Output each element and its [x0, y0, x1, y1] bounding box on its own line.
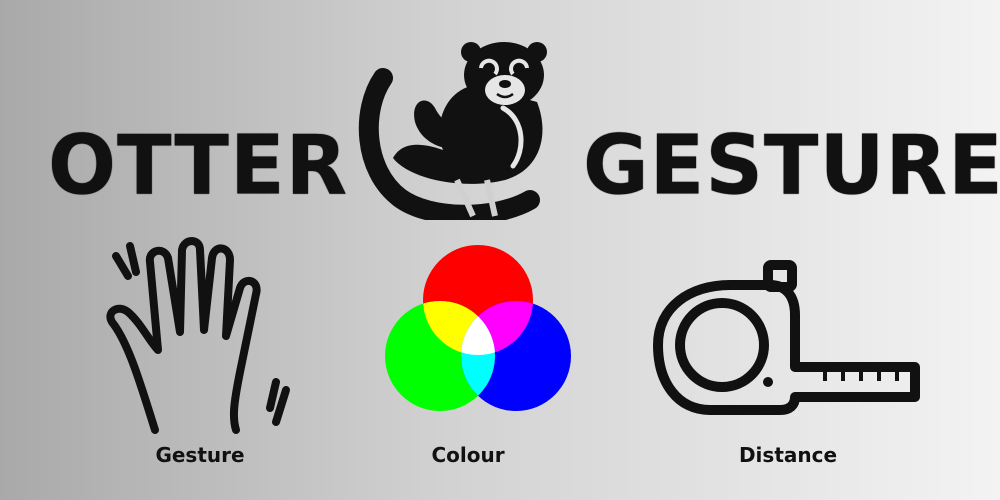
waving-hand-icon	[106, 237, 290, 434]
feature-caption-gesture: Gesture	[155, 443, 245, 467]
tape-measure-icon	[653, 260, 920, 415]
feature-caption-distance: Distance	[738, 443, 838, 467]
otter-mascot-icon	[358, 42, 547, 220]
title-otter: OTTER	[48, 118, 349, 213]
rgb-circles-icon	[385, 245, 571, 411]
otter-gesture-banner: OTTER GESTURE Gesture Colour Distance	[0, 0, 1000, 500]
title-gesture: GESTURE	[583, 118, 1000, 213]
feature-caption-colour: Colour	[431, 443, 505, 467]
